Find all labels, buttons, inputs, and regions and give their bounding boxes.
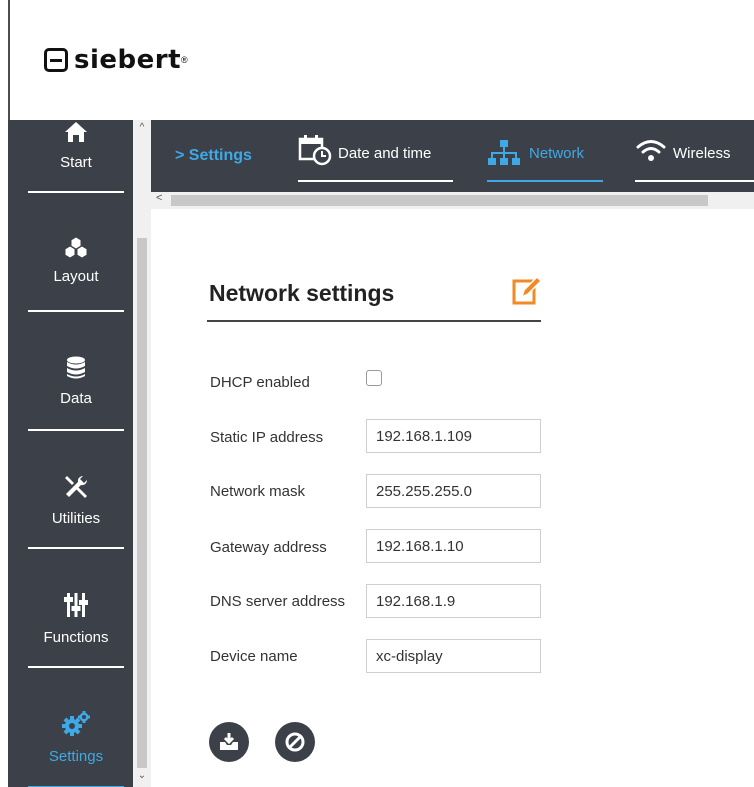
sidebar-item-layout[interactable]: Layout [28,236,124,346]
breadcrumb-settings[interactable]: > Settings [175,147,252,165]
tab-network[interactable]: Network [487,134,603,182]
sidebar-item-label: Layout [53,268,99,285]
logo-registered: ® [181,55,188,65]
tab-label: Wireless [673,145,731,162]
calendar-clock-icon [298,135,332,166]
sidebar-divider [28,547,124,549]
save-button[interactable] [209,722,249,762]
scroll-left-arrow-icon[interactable]: < [156,192,162,204]
tab-label: Network [529,145,585,162]
sidebar-item-settings[interactable]: Settings [28,710,124,787]
scroll-down-arrow-icon[interactable]: ⌄ [136,770,148,781]
edit-icon[interactable] [512,275,542,307]
tab-label: Date and time [338,145,432,162]
dhcp-label: DHCP enabled [210,374,310,391]
sidebar: Start Layout Data Utilities Functions Se… [8,120,133,787]
network-mask-label: Network mask [210,483,306,500]
tools-icon [65,475,88,498]
tab-underline [635,180,754,182]
dhcp-checkbox[interactable] [366,370,382,386]
sliders-icon [64,593,88,617]
sidebar-item-data[interactable]: Data [28,356,124,466]
logo-text: siebert [74,45,182,75]
sidebar-item-utilities[interactable]: Utilities [28,474,124,584]
sidebar-item-label: Utilities [51,510,101,527]
gateway-field[interactable] [366,529,541,563]
sidebar-scrollbar-thumb[interactable] [137,238,147,768]
sidebar-item-label: Start [60,154,92,171]
tab-wireless[interactable]: Wireless [635,134,754,182]
save-tray-icon [220,733,238,750]
tab-underline [487,180,603,182]
sidebar-divider [28,666,124,668]
home-icon [65,122,87,142]
network-mask-field[interactable] [366,474,541,508]
database-icon [67,356,85,379]
sidebar-scrollbar[interactable]: ^ ⌄ [133,120,151,787]
sidebar-divider [28,191,124,193]
title-underline [207,320,541,322]
tab-bar-scrollbar-thumb[interactable] [171,195,708,206]
sidebar-item-label: Functions [43,629,109,646]
static-ip-field[interactable] [366,419,541,453]
dns-label: DNS server address [210,593,346,610]
cancel-button[interactable] [275,722,315,762]
device-name-field[interactable] [366,639,541,673]
sidebar-item-label: Settings [48,748,104,765]
sidebar-item-start[interactable]: Start [28,120,124,230]
network-icon [488,140,520,165]
wifi-icon [636,140,666,161]
tab-date-and-time[interactable]: Date and time [298,134,453,182]
gears-icon [62,711,90,736]
dns-field[interactable] [366,584,541,618]
sidebar-item-label: Data [60,390,92,407]
settings-tab-bar: > Settings Date and time Network Wireles… [151,120,754,192]
tab-underline [298,180,453,182]
siebert-logo: siebert ® [44,45,188,75]
scroll-up-arrow-icon[interactable]: ^ [136,122,148,133]
sidebar-divider [28,310,124,312]
gateway-label: Gateway address [210,539,327,556]
device-name-label: Device name [210,648,298,665]
static-ip-label: Static IP address [210,429,324,446]
cubes-icon [64,236,88,258]
sidebar-item-functions[interactable]: Functions [28,591,124,701]
cancel-icon [285,732,305,752]
tab-bar-scrollbar[interactable]: < [151,192,754,209]
sidebar-divider [28,429,124,431]
logo-mark-icon [44,48,68,72]
page-title: Network settings [209,280,395,306]
